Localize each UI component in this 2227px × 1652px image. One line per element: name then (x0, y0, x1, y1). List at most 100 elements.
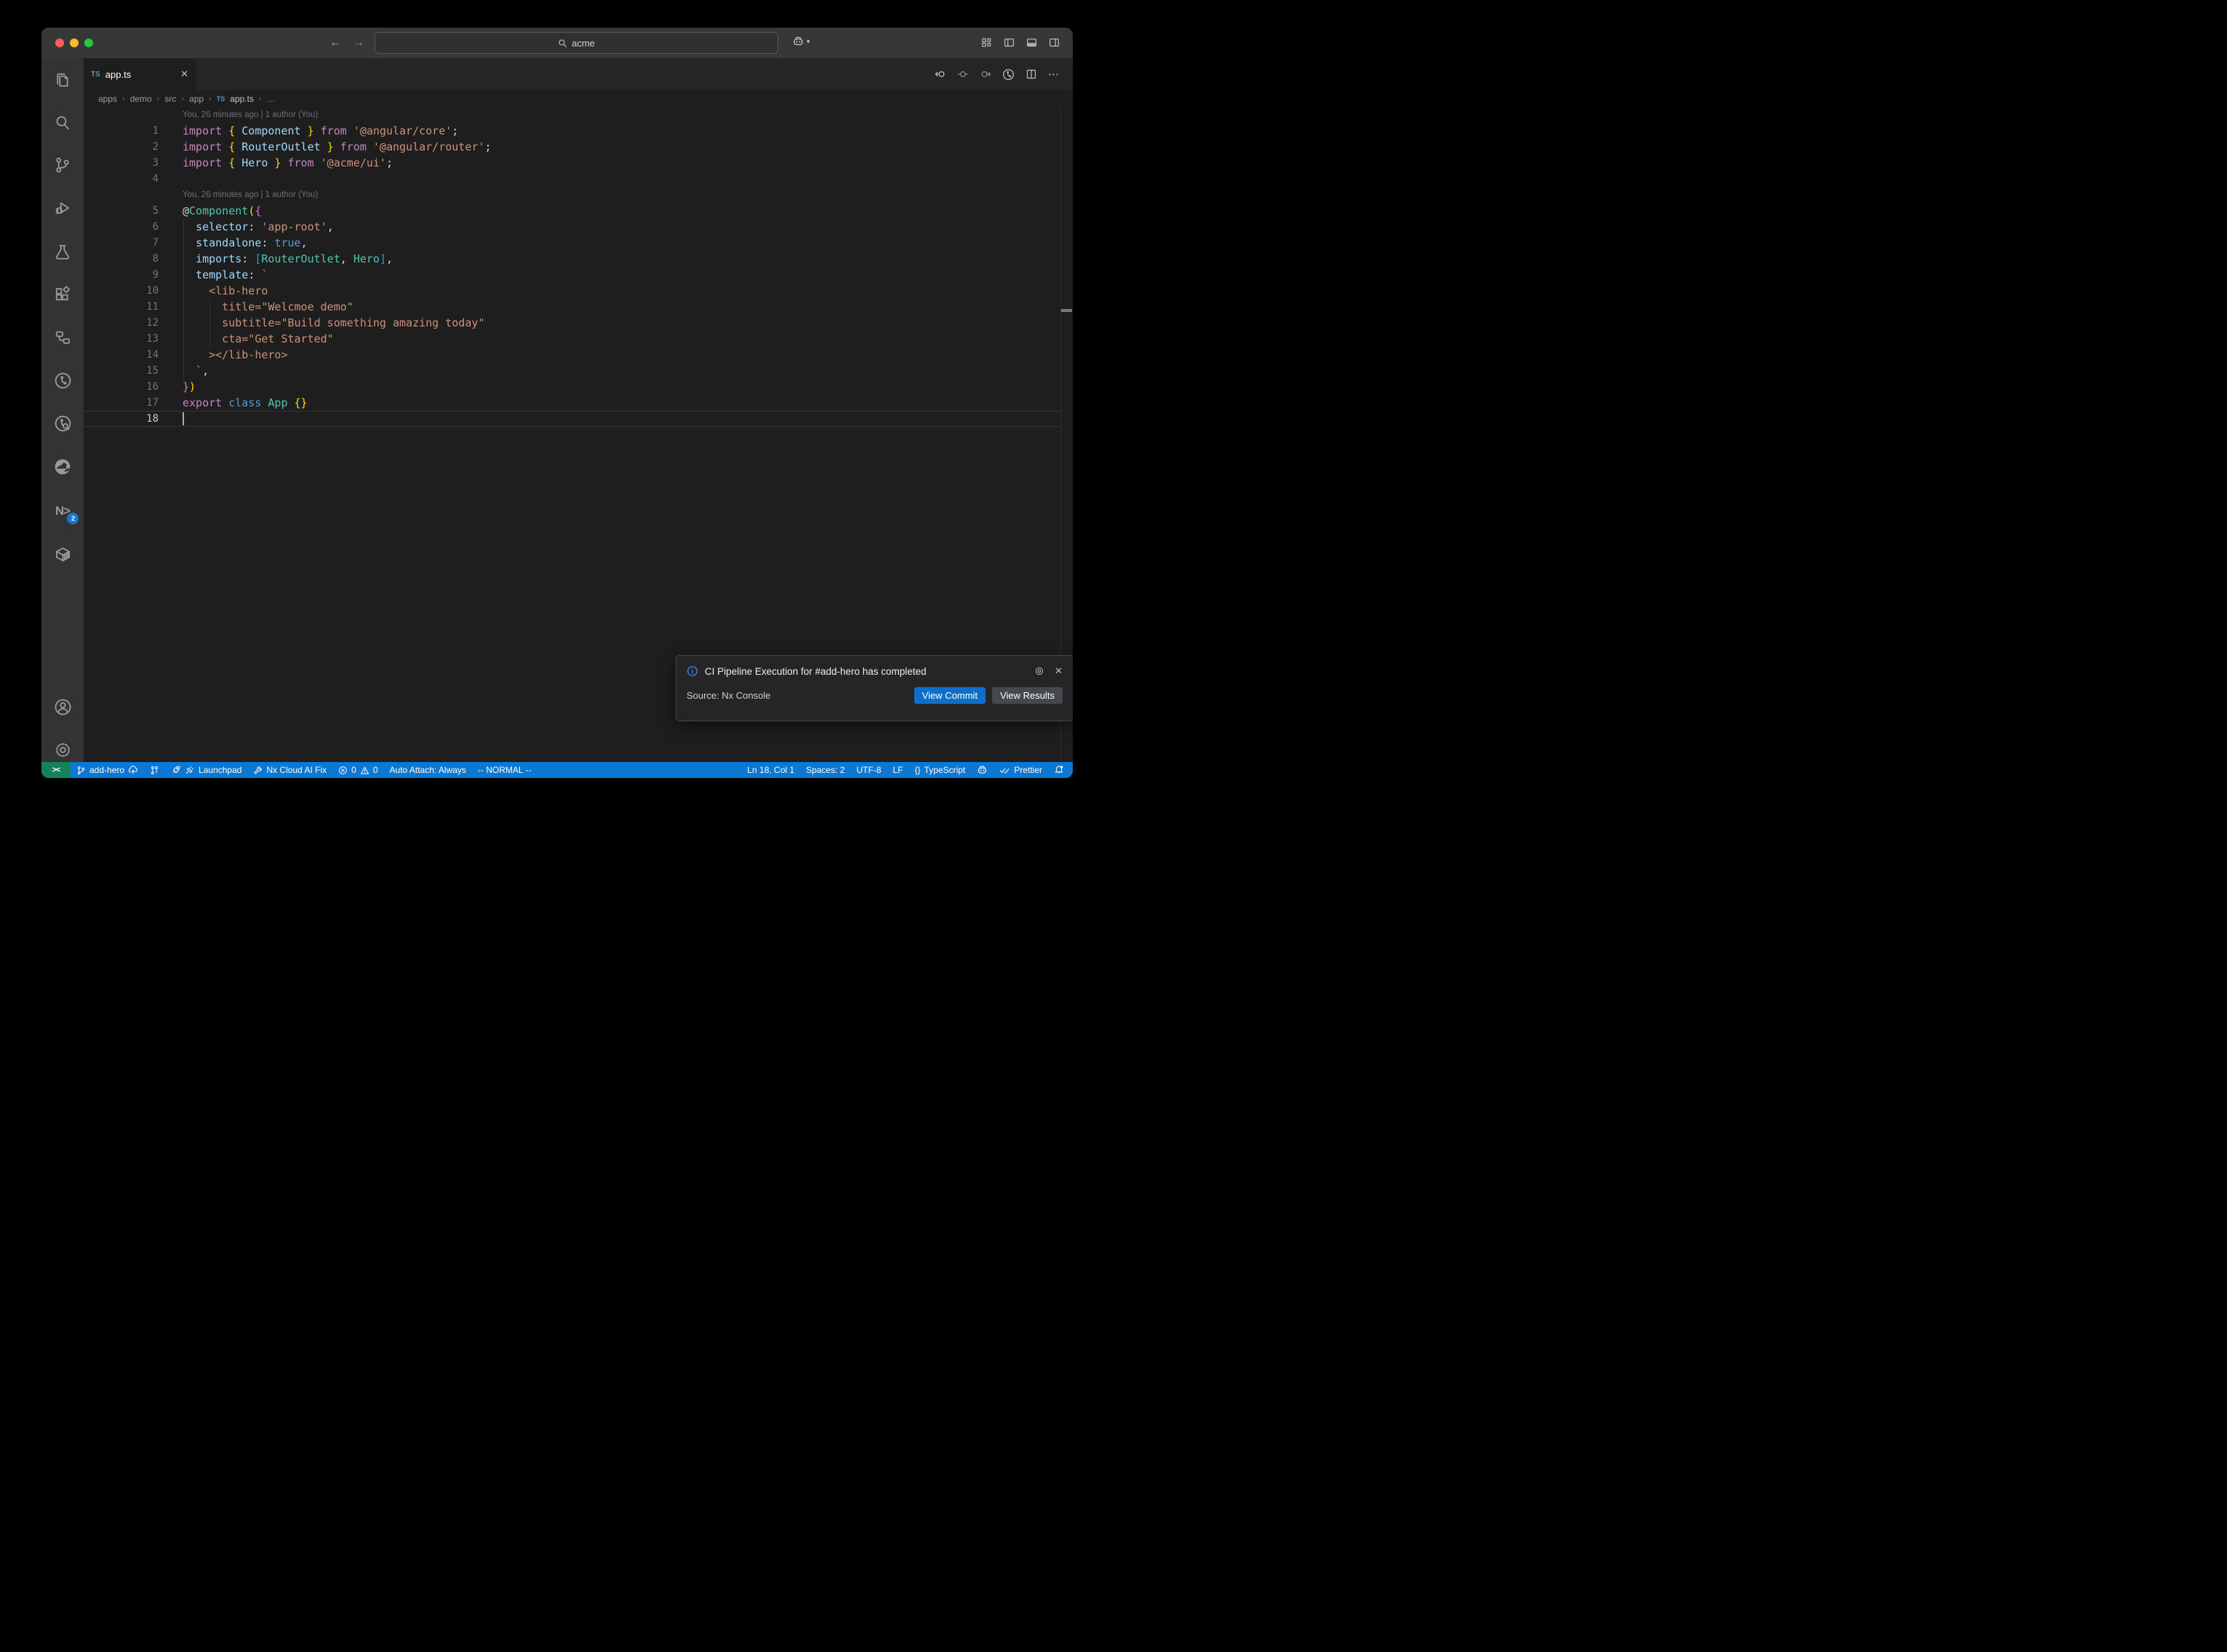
sidebar-item-source-control[interactable] (41, 149, 84, 181)
toggle-sidebar-icon[interactable] (1004, 37, 1015, 48)
chevron-right-icon: › (122, 95, 125, 103)
breadcrumb-item[interactable]: demo (130, 94, 152, 104)
notification-settings-gear-icon[interactable] (1034, 666, 1044, 676)
breadcrumb-item[interactable]: src (164, 94, 176, 104)
auto-attach-status[interactable]: Auto Attach: Always (384, 762, 472, 778)
zoom-window-button[interactable] (84, 39, 93, 47)
eol-status[interactable]: LF (887, 762, 909, 778)
sidebar-item-commit-graph[interactable] (41, 364, 84, 396)
window-controls (55, 39, 93, 47)
container-icon (54, 545, 72, 564)
git-branch-status[interactable]: add-hero (71, 762, 144, 778)
code-line[interactable]: 4 (84, 171, 1060, 187)
code-line[interactable]: 9 template: ` (84, 267, 1060, 283)
line-number: 17 (84, 395, 159, 411)
navigate-back-icon[interactable]: ← (329, 34, 341, 52)
breadcrumb-item[interactable]: app (189, 94, 204, 104)
copilot-icon (977, 765, 988, 776)
sidebar-item-explorer[interactable] (41, 64, 84, 96)
remote-indicator[interactable]: >< (41, 762, 71, 778)
sidebar-item-commit-search[interactable] (41, 407, 84, 439)
sidebar-item-nx-console[interactable]: N> 2 (41, 495, 84, 527)
code-line[interactable]: 5@Component({ (84, 203, 1060, 219)
blame-annotation-row[interactable]: You, 26 minutes ago | 1 author (You) (84, 187, 1060, 203)
git-compare-button[interactable] (144, 762, 165, 778)
launchpad-button[interactable]: Launchpad (165, 762, 247, 778)
toggle-secondary-sidebar-icon[interactable] (1049, 37, 1060, 48)
code-text (159, 411, 183, 427)
next-change-icon[interactable] (980, 68, 991, 80)
settings-button[interactable] (41, 734, 84, 766)
tab-app-ts[interactable]: TS app.ts ✕ (84, 58, 196, 90)
line-number: 3 (84, 155, 159, 171)
breadcrumb-file[interactable]: app.ts (230, 94, 254, 104)
line-number: 12 (84, 315, 159, 331)
line-number: 9 (84, 267, 159, 283)
minimize-window-button[interactable] (70, 39, 79, 47)
problems-status[interactable]: 0 0 (332, 762, 383, 778)
view-commit-button[interactable]: View Commit (914, 687, 985, 704)
info-icon (687, 665, 698, 677)
code-line[interactable]: 13 cta="Get Started" (84, 331, 1060, 347)
timeline-graph-icon[interactable] (1002, 68, 1015, 81)
close-tab-icon[interactable]: ✕ (180, 68, 188, 80)
code-line[interactable]: 18 (84, 411, 1060, 427)
language-mode-status[interactable]: {} TypeScript (909, 762, 972, 778)
code-line[interactable]: 16}) (84, 379, 1060, 395)
code-line[interactable]: 12 subtitle="Build something amazing tod… (84, 315, 1060, 331)
code-line[interactable]: 7 standalone: true, (84, 235, 1060, 251)
blame-text: You, 26 minutes ago | 1 author (You) (159, 187, 318, 203)
customize-layout-icon[interactable] (981, 37, 992, 48)
sidebar-item-containers[interactable] (41, 538, 84, 570)
copilot-status[interactable] (971, 762, 993, 778)
copilot-menu[interactable]: ▾ (792, 36, 810, 48)
breadcrumb-more[interactable]: … (267, 94, 276, 104)
change-dot-icon[interactable] (957, 68, 969, 80)
line-number: 13 (84, 331, 159, 347)
code-line[interactable]: 8 imports: [RouterOutlet, Hero], (84, 251, 1060, 267)
code-text: import { Hero } from '@acme/ui'; (159, 155, 393, 171)
code-line[interactable]: 10 <lib-hero (84, 283, 1060, 299)
sidebar-item-run-debug[interactable] (41, 192, 84, 224)
close-window-button[interactable] (55, 39, 64, 47)
line-number: 7 (84, 235, 159, 251)
blame-annotation-row[interactable]: You, 26 minutes ago | 1 author (You) (84, 107, 1060, 123)
accounts-button[interactable] (41, 691, 84, 723)
cloud-upload-icon (128, 765, 138, 775)
code-line[interactable]: 3import { Hero } from '@acme/ui'; (84, 155, 1060, 171)
close-notification-icon[interactable]: ✕ (1055, 665, 1063, 677)
split-editor-icon[interactable] (1025, 68, 1037, 80)
breadcrumb-item[interactable]: apps (98, 94, 117, 104)
command-center-search[interactable]: acme (375, 32, 778, 54)
indentation-status[interactable]: Spaces: 2 (800, 762, 850, 778)
navigate-forward-icon[interactable]: → (353, 34, 364, 52)
nx-cloud-fix-button[interactable]: Nx Cloud AI Fix (247, 762, 332, 778)
code-text: ></lib-hero> (159, 347, 288, 363)
rocket-icon (171, 765, 181, 775)
code-line[interactable]: 2import { RouterOutlet } from '@angular/… (84, 139, 1060, 155)
notifications-bell-button[interactable] (1048, 762, 1073, 778)
toggle-panel-icon[interactable] (1026, 37, 1037, 48)
more-actions-icon[interactable]: ⋯ (1048, 68, 1060, 81)
encoding-status[interactable]: UTF-8 (851, 762, 887, 778)
cursor-position-status[interactable]: Ln 18, Col 1 (741, 762, 800, 778)
line-number: 10 (84, 283, 159, 299)
code-line[interactable]: 14 ></lib-hero> (84, 347, 1060, 363)
code-line[interactable]: 17export class App {} (84, 395, 1060, 411)
sidebar-item-extensions[interactable] (41, 278, 84, 310)
files-icon (54, 71, 71, 89)
sidebar-item-references[interactable] (41, 321, 84, 353)
prettier-status[interactable]: Prettier (993, 762, 1048, 778)
tab-label: app.ts (105, 69, 175, 80)
code-line[interactable]: 15 `, (84, 363, 1060, 379)
code-line[interactable]: 11 title="Welcmoe demo" (84, 299, 1060, 315)
vim-mode-status[interactable]: -- NORMAL -- (472, 762, 537, 778)
code-line[interactable]: 1import { Component } from '@angular/cor… (84, 123, 1060, 139)
sidebar-item-edge-tools[interactable] (41, 451, 84, 483)
sidebar-item-testing[interactable] (41, 236, 84, 268)
view-results-button[interactable]: View Results (992, 687, 1063, 704)
git-branch-icon (76, 766, 86, 775)
sidebar-item-search[interactable] (41, 107, 84, 139)
code-line[interactable]: 6 selector: 'app-root', (84, 219, 1060, 235)
previous-change-icon[interactable] (935, 68, 946, 80)
